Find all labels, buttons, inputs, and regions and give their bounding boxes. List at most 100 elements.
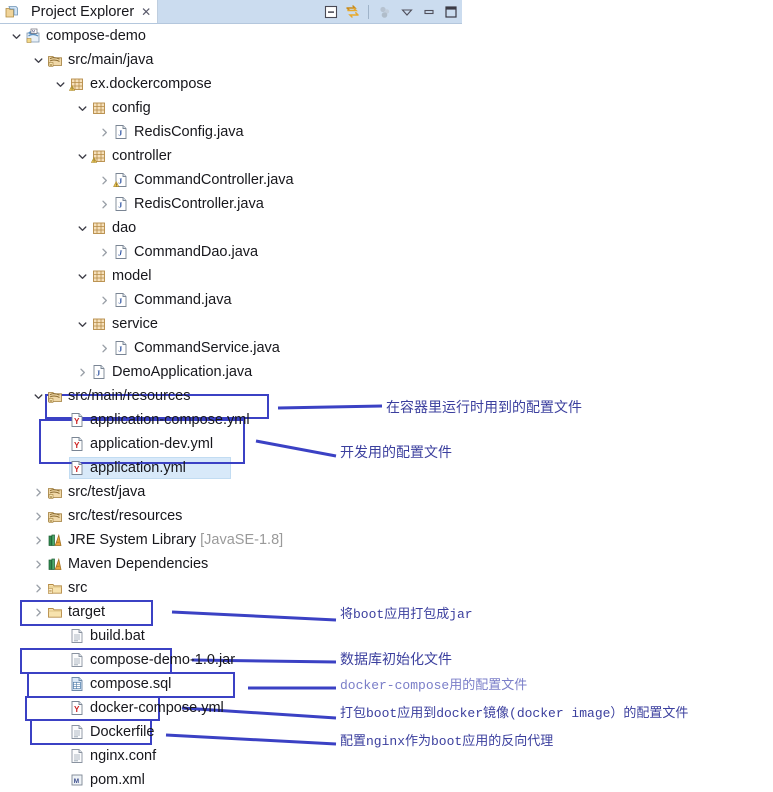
twisty-down-icon[interactable] [30,388,46,404]
tree-item[interactable]: Dockerfile [0,720,773,744]
twisty-down-icon[interactable] [74,268,90,284]
tree-item-suffix: [JavaSE-1.8] [196,532,284,548]
package-warn-icon [90,147,108,165]
tree-item-label: compose.sql [90,676,172,692]
view-toolbar [321,2,460,22]
tree-item[interactable]: RedisController.java [0,192,773,216]
package-icon [90,267,108,285]
tree-item[interactable]: DemoApplication.java [0,360,773,384]
tree-item[interactable]: CommandService.java [0,336,773,360]
twisty-right-icon[interactable] [30,604,46,620]
tree-item[interactable]: Command.java [0,288,773,312]
collapse-all-icon[interactable] [321,3,340,22]
twisty-down-icon[interactable] [74,316,90,332]
tree-item[interactable]: pom.xml [0,768,773,792]
twisty-down-icon[interactable] [74,148,90,164]
link-with-editor-icon[interactable] [343,3,362,22]
yml-file-icon [68,459,86,477]
tree-item-label: JRE System Library [JavaSE-1.8] [68,532,284,548]
package-icon [90,219,108,237]
java-file-icon [112,291,130,309]
twisty-right-icon[interactable] [96,172,112,188]
tree-item[interactable]: JRE System Library [JavaSE-1.8] [0,528,773,552]
twisty-right-icon[interactable] [96,124,112,140]
twisty-right-icon[interactable] [96,244,112,260]
twisty-right-icon[interactable] [74,364,90,380]
twisty-down-icon[interactable] [74,100,90,116]
maximize-icon[interactable] [441,3,460,22]
twisty-right-icon[interactable] [30,532,46,548]
twisty-right-icon[interactable] [96,340,112,356]
tree-item-label: build.bat [90,628,145,644]
twisty-down-icon[interactable] [52,76,68,92]
folder-excluded-icon [46,579,64,597]
tree-item-label: CommandService.java [134,340,280,356]
view-header: Project Explorer ✕ [0,0,462,24]
twisty-down-icon[interactable] [30,52,46,68]
tree-item[interactable]: application.yml [0,456,773,480]
source-folder-icon [46,51,64,69]
tree-item-label: DemoApplication.java [112,364,253,380]
twisty-right-icon[interactable] [30,484,46,500]
view-menu-icon[interactable] [397,3,416,22]
tree-item[interactable]: src/test/resources [0,504,773,528]
twisty-placeholder [52,724,68,740]
twisty-right-icon[interactable] [30,556,46,572]
tree-item-label: docker-compose.yml [90,700,224,716]
project-explorer-icon [4,3,22,21]
tree-item[interactable]: nginx.conf [0,744,773,768]
tree-item[interactable]: model [0,264,773,288]
tree-item-label: CommandController.java [134,172,294,188]
tree-item[interactable]: target [0,600,773,624]
tree-item[interactable]: compose-demo [0,24,773,48]
tree-item[interactable]: CommandDao.java [0,240,773,264]
tree-item[interactable]: controller [0,144,773,168]
java-project-icon [24,27,42,45]
java-file-warn-icon [112,171,130,189]
twisty-placeholder [52,772,68,788]
text-file-icon [68,651,86,669]
twisty-right-icon[interactable] [30,508,46,524]
tree-item[interactable]: compose-demo-1.0.jar [0,648,773,672]
tree-item[interactable]: src/test/java [0,480,773,504]
tree-item[interactable]: CommandController.java [0,168,773,192]
library-icon [46,531,64,549]
tree-item-label: dao [112,220,137,236]
tree-item-label: Command.java [134,292,232,308]
tree-item[interactable]: docker-compose.yml [0,696,773,720]
tree-item[interactable]: config [0,96,773,120]
tree-item-label: config [112,100,151,116]
twisty-placeholder [52,460,68,476]
close-icon[interactable]: ✕ [141,6,151,18]
java-file-icon [112,123,130,141]
tree-item-label: RedisConfig.java [134,124,244,140]
tree-item[interactable]: ex.dockercompose [0,72,773,96]
tree-item[interactable]: compose.sql [0,672,773,696]
focus-on-active-task-icon[interactable] [375,3,394,22]
twisty-right-icon[interactable] [30,580,46,596]
tree-item[interactable]: dao [0,216,773,240]
java-file-icon [112,195,130,213]
project-tree[interactable]: compose-demo src/main/java ex.dockercompos… [0,24,773,792]
tree-item[interactable]: RedisConfig.java [0,120,773,144]
tree-item[interactable]: src/main/resources [0,384,773,408]
minimize-icon[interactable] [419,3,438,22]
tree-item[interactable]: build.bat [0,624,773,648]
twisty-right-icon[interactable] [96,196,112,212]
tree-item[interactable]: src [0,576,773,600]
text-file-icon [68,627,86,645]
twisty-down-icon[interactable] [74,220,90,236]
tree-item-label: Maven Dependencies [68,556,209,572]
tree-item[interactable]: Maven Dependencies [0,552,773,576]
tree-item-label: src/main/resources [68,388,191,404]
maven-pom-icon [68,771,86,789]
tree-item[interactable]: service [0,312,773,336]
tree-item[interactable]: application-dev.yml [0,432,773,456]
tree-item-label: model [112,268,152,284]
tree-item[interactable]: application-compose.yml [0,408,773,432]
tree-item-label: Dockerfile [90,724,155,740]
twisty-right-icon[interactable] [96,292,112,308]
tree-item[interactable]: src/main/java [0,48,773,72]
tab-project-explorer[interactable]: Project Explorer ✕ [0,0,159,23]
twisty-down-icon[interactable] [8,28,24,44]
